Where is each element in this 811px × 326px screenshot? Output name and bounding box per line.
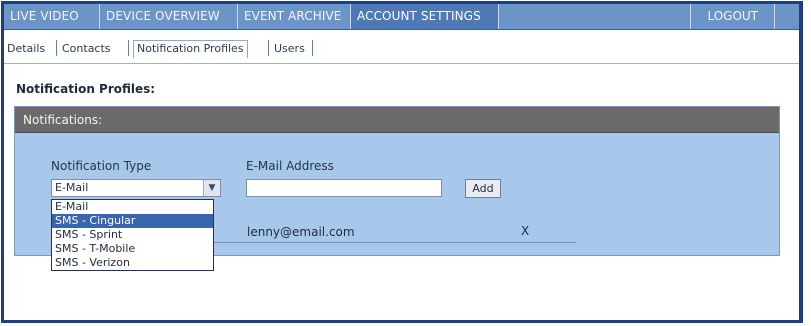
- subtab-notification-profiles[interactable]: Notification Profiles: [133, 40, 248, 58]
- add-button[interactable]: Add: [465, 179, 501, 198]
- option-sms-verizon[interactable]: SMS - Verizon: [52, 256, 213, 270]
- tab-account-settings[interactable]: ACCOUNT SETTINGS: [351, 4, 499, 29]
- panel-header: Notifications:: [15, 107, 779, 133]
- notification-type-select[interactable]: E-Mail ▼: [51, 179, 221, 197]
- sub-navigation: Details Contacts Notification Profiles U…: [4, 30, 799, 64]
- chevron-down-icon[interactable]: ▼: [203, 180, 220, 196]
- option-sms-t-mobile[interactable]: SMS - T-Mobile: [52, 242, 213, 256]
- email-address-label: E-Mail Address: [246, 159, 334, 173]
- notification-type-label: Notification Type: [51, 159, 152, 173]
- app-window: LIVE VIDEO DEVICE OVERVIEW EVENT ARCHIVE…: [1, 1, 803, 323]
- subnav-divider: [268, 40, 269, 56]
- remove-entry-button[interactable]: X: [521, 224, 529, 238]
- notification-entry-email: lenny@email.com: [247, 225, 355, 239]
- notifications-panel: Notifications: Notification Type E-Mail …: [14, 106, 780, 271]
- option-sms-sprint[interactable]: SMS - Sprint: [52, 228, 213, 242]
- subnav-divider: [56, 40, 57, 56]
- email-address-input[interactable]: [246, 179, 442, 197]
- page-title: Notification Profiles:: [16, 82, 156, 96]
- entry-divider: [210, 242, 576, 243]
- subtab-details[interactable]: Details: [7, 42, 45, 55]
- subtab-users[interactable]: Users: [274, 42, 305, 55]
- logout-button[interactable]: LOGOUT: [690, 4, 775, 29]
- tab-live-video[interactable]: LIVE VIDEO: [4, 4, 100, 29]
- tab-device-overview[interactable]: DEVICE OVERVIEW: [100, 4, 238, 29]
- notification-type-dropdown: E-Mail SMS - Cingular SMS - Sprint SMS -…: [51, 199, 214, 271]
- option-email[interactable]: E-Mail: [52, 200, 213, 214]
- option-sms-cingular[interactable]: SMS - Cingular: [52, 214, 213, 228]
- subtab-contacts[interactable]: Contacts: [62, 42, 111, 55]
- top-navigation: LIVE VIDEO DEVICE OVERVIEW EVENT ARCHIVE…: [4, 4, 799, 30]
- tab-event-archive[interactable]: EVENT ARCHIVE: [238, 4, 351, 29]
- select-value: E-Mail: [55, 181, 89, 194]
- subnav-divider: [312, 40, 313, 56]
- subnav-divider: [128, 40, 129, 56]
